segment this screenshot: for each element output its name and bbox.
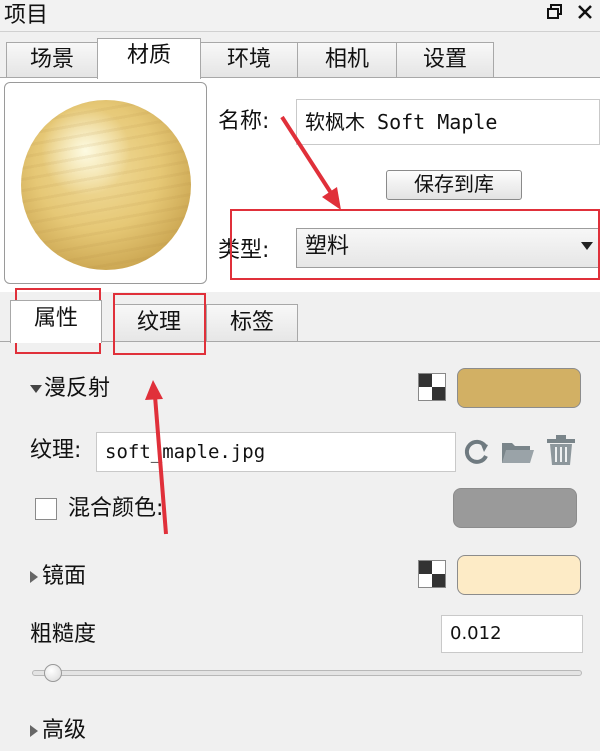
chevron-down-icon: [581, 242, 593, 250]
name-label: 名称:: [218, 109, 270, 134]
blend-color-label: 混合颜色:: [68, 496, 164, 521]
specular-label: 镜面: [42, 564, 87, 589]
tab-camera[interactable]: 相机: [297, 42, 397, 78]
tab-material[interactable]: 材质: [97, 38, 201, 79]
expand-triangle-icon: [30, 571, 38, 583]
texture-label: 纹理:: [30, 438, 82, 463]
roughness-slider[interactable]: [32, 670, 582, 676]
material-type-select[interactable]: 塑料: [296, 228, 600, 268]
type-label: 类型:: [218, 238, 270, 263]
roughness-input[interactable]: 0.012: [441, 615, 583, 653]
tab-texture[interactable]: 纹理: [113, 304, 205, 342]
roughness-label: 粗糙度: [30, 622, 97, 647]
expand-triangle-icon: [30, 725, 38, 737]
specular-section-header[interactable]: 镜面: [30, 562, 86, 592]
roughness-slider-thumb[interactable]: [44, 664, 62, 682]
panel-title: 项目: [4, 3, 49, 28]
tab-environment[interactable]: 环境: [200, 42, 298, 78]
blend-color-swatch[interactable]: [453, 488, 577, 528]
main-tab-bar: 场景 材质 环境 相机 设置: [0, 38, 600, 79]
refresh-icon[interactable]: [461, 436, 491, 468]
advanced-section-header[interactable]: 高级: [30, 716, 86, 746]
diffuse-texture-checker-icon[interactable]: [418, 373, 446, 401]
tab-settings[interactable]: 设置: [396, 42, 494, 78]
property-tab-bar: 属性 纹理 标签: [0, 300, 600, 343]
diffuse-label: 漫反射: [44, 376, 111, 401]
material-preview[interactable]: [4, 82, 207, 284]
save-to-library-button[interactable]: 保存到库: [386, 170, 522, 200]
advanced-label: 高级: [42, 718, 87, 743]
close-icon[interactable]: [574, 3, 596, 28]
tab-properties[interactable]: 属性: [10, 300, 102, 343]
diffuse-section-header[interactable]: 漫反射: [30, 374, 110, 404]
panel-title-bar: 项目: [0, 0, 600, 32]
texture-file-input[interactable]: soft_maple.jpg: [96, 432, 456, 472]
folder-icon[interactable]: [500, 436, 536, 468]
material-preview-sphere: [21, 100, 191, 270]
restore-window-icon[interactable]: [544, 3, 566, 28]
specular-color-swatch[interactable]: [457, 555, 581, 595]
material-type-value: 塑料: [305, 234, 350, 259]
tab-labels[interactable]: 标签: [206, 304, 298, 342]
diffuse-color-swatch[interactable]: [457, 368, 581, 408]
blend-color-checkbox[interactable]: [35, 498, 57, 520]
tab-scene[interactable]: 场景: [6, 42, 98, 78]
trash-icon[interactable]: [543, 432, 579, 465]
specular-texture-checker-icon[interactable]: [418, 560, 446, 588]
collapse-triangle-icon: [30, 385, 42, 393]
material-name-input[interactable]: 软枫木 Soft Maple: [296, 99, 600, 145]
